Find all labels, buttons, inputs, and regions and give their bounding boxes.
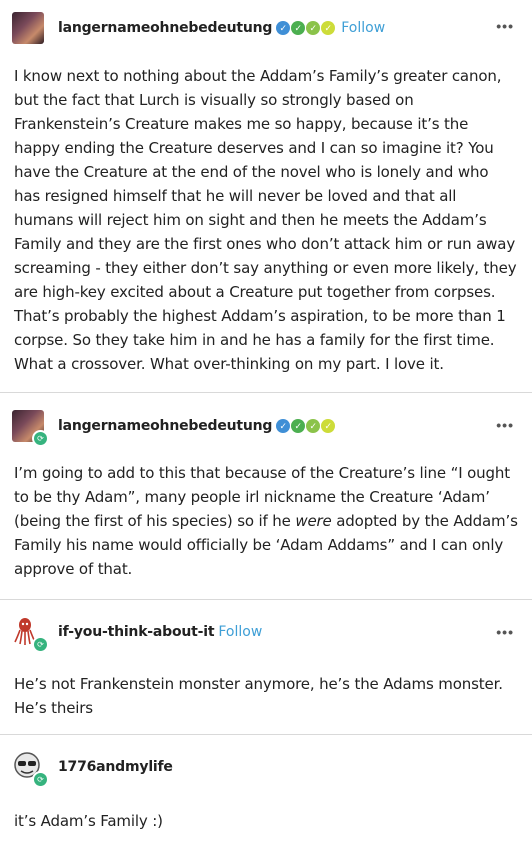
reblog-icon: ⟳: [32, 771, 49, 788]
follow-button[interactable]: Follow: [341, 20, 385, 36]
username[interactable]: langernameohnebedeutung: [58, 418, 272, 434]
post-original: langernameohnebedeutung ✓ ✓ ✓ ✓ Follow •…: [0, 0, 532, 392]
post-text: He’s not Frankenstein monster anymore, h…: [14, 675, 503, 717]
avatar[interactable]: ⟳: [12, 616, 49, 653]
more-options-icon[interactable]: •••: [496, 624, 514, 640]
reblog-comment: ⟳ if-you-think-about-it Follow ••• He’s …: [0, 600, 532, 734]
check-badge-icon: ✓: [321, 419, 336, 433]
post-text: it’s Adam’s Family :): [14, 812, 163, 830]
post-body: I know next to nothing about the Addam’s…: [0, 56, 532, 376]
check-badge-icon: ✓: [306, 21, 321, 35]
avatar[interactable]: ⟳: [12, 410, 49, 447]
reblog-icon: ⟳: [32, 636, 49, 653]
emphasis: were: [295, 512, 332, 530]
reblog-comment: ⟳ langernameohnebedeutung ✓ ✓ ✓ ✓ ••• I’…: [0, 393, 532, 599]
post-header: ⟳ langernameohnebedeutung ✓ ✓ ✓ ✓: [0, 393, 532, 459]
more-options-icon[interactable]: •••: [496, 417, 514, 433]
reblog-comment: ⟳ 1776andmylife it’s Adam’s Family :): [0, 735, 532, 845]
user-badges: ✓ ✓ ✓ ✓: [276, 21, 336, 35]
post-body: I’m going to add to this that because of…: [0, 459, 532, 581]
username[interactable]: 1776andmylife: [58, 759, 173, 775]
verified-badge-icon: ✓: [276, 419, 291, 433]
post-text: I know next to nothing about the Addam’s…: [14, 67, 517, 373]
reblog-icon: ⟳: [32, 430, 49, 447]
follow-button[interactable]: Follow: [218, 624, 262, 640]
post-text: I’m going to add to this that because of…: [14, 464, 518, 578]
post-header: ⟳ 1776andmylife: [0, 735, 532, 799]
username[interactable]: if-you-think-about-it: [58, 624, 215, 640]
user-badges: ✓ ✓ ✓ ✓: [276, 419, 336, 433]
check-badge-icon: ✓: [291, 419, 306, 433]
check-badge-icon: ✓: [306, 419, 321, 433]
username[interactable]: langernameohnebedeutung: [58, 20, 272, 36]
verified-badge-icon: ✓: [276, 21, 291, 35]
post-header: ⟳ if-you-think-about-it Follow: [0, 600, 532, 664]
post-header: langernameohnebedeutung ✓ ✓ ✓ ✓ Follow: [0, 0, 532, 56]
more-options-icon[interactable]: •••: [496, 18, 514, 34]
avatar[interactable]: [12, 12, 44, 44]
check-badge-icon: ✓: [291, 21, 306, 35]
check-badge-icon: ✓: [321, 21, 336, 35]
post-body: He’s not Frankenstein monster anymore, h…: [0, 664, 532, 720]
avatar[interactable]: ⟳: [12, 751, 49, 788]
post-body: it’s Adam’s Family :): [0, 799, 532, 833]
